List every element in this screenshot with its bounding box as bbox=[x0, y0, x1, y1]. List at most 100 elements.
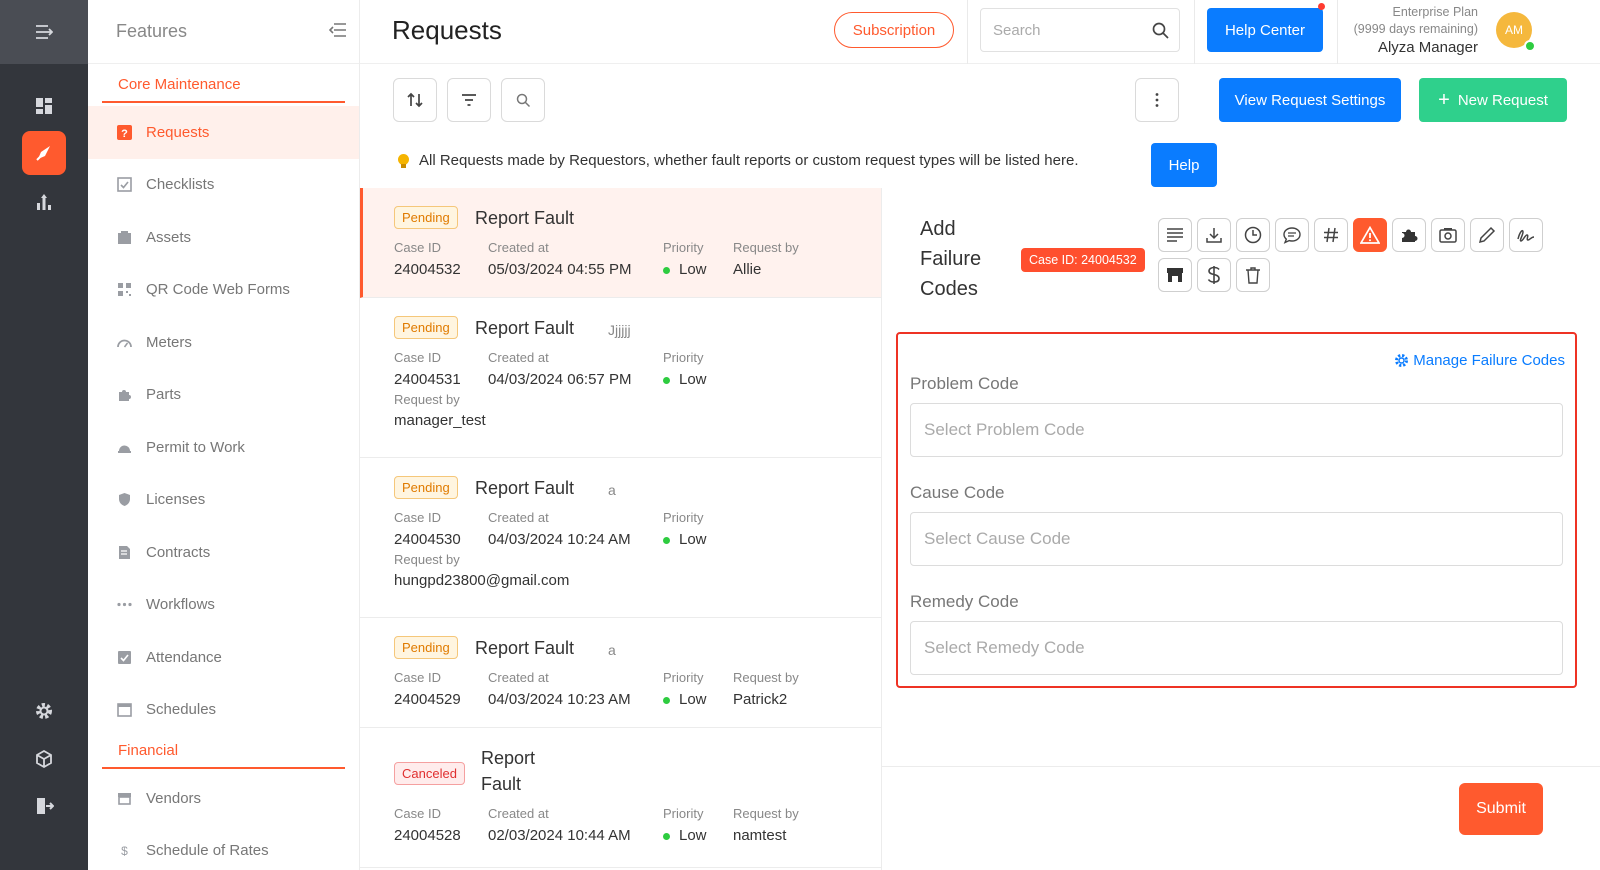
list-item[interactable]: Canceled Report Fault Case ID 24004528 C… bbox=[360, 728, 881, 868]
package-button[interactable] bbox=[22, 737, 66, 781]
features-sidebar: Features Core Maintenance ? Requests Che… bbox=[88, 0, 360, 870]
sidebar-item-permit-to-work[interactable]: Permit to Work bbox=[88, 421, 359, 474]
created-at-value: 04/03/2024 06:57 PM bbox=[488, 371, 632, 388]
request-title: Report Fault bbox=[475, 318, 575, 338]
sidebar-title: Features bbox=[116, 21, 188, 41]
search-box[interactable] bbox=[980, 8, 1180, 52]
sidebar-item-parts[interactable]: Parts bbox=[88, 369, 359, 422]
search-icon bbox=[1152, 22, 1169, 39]
new-request-button[interactable]: + New Request bbox=[1419, 78, 1567, 122]
failure-codes-panel: Manage Failure Codes Problem Code Select… bbox=[896, 332, 1577, 688]
more-options-button[interactable] bbox=[1135, 78, 1179, 122]
sidebar-item-label: Vendors bbox=[146, 789, 202, 807]
case-id-label: Case ID bbox=[394, 350, 441, 365]
sidebar-item-schedule-of-rates[interactable]: $ Schedule of Rates bbox=[88, 825, 359, 870]
assets-icon bbox=[116, 229, 132, 245]
vendor-button[interactable] bbox=[1158, 258, 1192, 292]
plan-remaining: (9999 days remaining) bbox=[1353, 22, 1478, 36]
detail-title: Add Failure Codes bbox=[920, 214, 1000, 304]
request-by-label: Request by bbox=[733, 240, 799, 255]
clock-icon bbox=[1244, 226, 1262, 244]
analytics-button[interactable] bbox=[22, 180, 66, 224]
created-at-value: 04/03/2024 10:24 AM bbox=[488, 531, 631, 548]
edit-button[interactable] bbox=[1470, 218, 1504, 252]
list-item[interactable]: Pending Report Fault Jjjjjj Case ID 2400… bbox=[360, 298, 881, 458]
request-by-value: Allie bbox=[733, 261, 762, 278]
sidebar-item-schedules[interactable]: Schedules bbox=[88, 684, 359, 737]
help-button[interactable]: Help bbox=[1151, 143, 1217, 187]
priority-label: Priority bbox=[663, 670, 704, 685]
remedy-code-select[interactable]: Select Remedy Code bbox=[910, 621, 1563, 675]
divider bbox=[1337, 0, 1338, 64]
history-button[interactable] bbox=[1236, 218, 1270, 252]
signature-button[interactable] bbox=[1509, 218, 1543, 252]
sidebar-item-label: Licenses bbox=[146, 491, 206, 509]
failure-codes-button[interactable] bbox=[1353, 218, 1387, 252]
created-at-value: 02/03/2024 10:44 AM bbox=[488, 827, 631, 844]
list-item[interactable]: Pending Report Fault a Case ID 24004530 … bbox=[360, 458, 881, 618]
submit-button[interactable]: Submit bbox=[1459, 783, 1543, 835]
dashboard-icon bbox=[36, 98, 52, 114]
sidebar-item-checklists[interactable]: Checklists bbox=[88, 159, 359, 212]
filter-button[interactable] bbox=[447, 78, 491, 122]
manage-failure-codes-link[interactable]: Manage Failure Codes bbox=[1394, 352, 1565, 369]
request-icon: ? bbox=[116, 124, 132, 140]
menu-expand-button[interactable] bbox=[0, 0, 88, 64]
sidebar-item-licenses[interactable]: Licenses bbox=[88, 474, 359, 527]
trash-icon bbox=[1246, 267, 1260, 284]
delete-button[interactable] bbox=[1236, 258, 1270, 292]
sidebar-item-qr-code-web-forms[interactable]: QR Code Web Forms bbox=[88, 264, 359, 317]
view-request-settings-button[interactable]: View Request Settings bbox=[1219, 78, 1401, 122]
cause-code-select[interactable]: Select Cause Code bbox=[910, 512, 1563, 566]
settings-button[interactable] bbox=[22, 689, 66, 733]
list-search-button[interactable] bbox=[501, 78, 545, 122]
collapse-sidebar-button[interactable] bbox=[325, 17, 351, 46]
sidebar-item-label: Parts bbox=[146, 386, 182, 404]
sidebar-item-attendance[interactable]: Attendance bbox=[88, 631, 359, 684]
download-button[interactable] bbox=[1197, 218, 1231, 252]
comment-button[interactable] bbox=[1275, 218, 1309, 252]
sidebar-item-workflows[interactable]: Workflows bbox=[88, 579, 359, 632]
svg-text:$: $ bbox=[121, 844, 128, 858]
photo-button[interactable] bbox=[1431, 218, 1465, 252]
case-id-value: 24004532 bbox=[394, 261, 461, 278]
search-icon bbox=[516, 93, 530, 107]
dashboard-button[interactable] bbox=[22, 84, 66, 128]
created-at-value: 05/03/2024 04:55 PM bbox=[488, 261, 632, 278]
parts-button[interactable] bbox=[1392, 218, 1426, 252]
logout-button[interactable] bbox=[22, 784, 66, 828]
description-button[interactable] bbox=[1158, 218, 1192, 252]
request-title-line2: Fault bbox=[481, 774, 522, 794]
analytics-icon bbox=[37, 194, 51, 210]
list-item[interactable]: Pending Report Fault Case ID 24004532 Cr… bbox=[360, 188, 881, 298]
created-at-value: 04/03/2024 10:23 AM bbox=[488, 691, 631, 708]
sidebar-item-meters[interactable]: Meters bbox=[88, 316, 359, 369]
list-toolbar: View Request Settings + New Request bbox=[360, 64, 1600, 136]
request-title: Report Fault bbox=[475, 208, 575, 228]
sidebar-item-requests[interactable]: ? Requests bbox=[88, 106, 359, 159]
contract-icon bbox=[116, 544, 132, 560]
request-title: Report Fault bbox=[475, 638, 575, 658]
priority-label: Priority bbox=[663, 510, 704, 525]
sort-button[interactable] bbox=[393, 78, 437, 122]
plan-name: Enterprise Plan bbox=[1392, 5, 1478, 19]
priority-dot bbox=[663, 266, 670, 274]
list-item[interactable]: Pending Report Fault a Case ID 24004529 … bbox=[360, 618, 881, 728]
sidebar-item-assets[interactable]: Assets bbox=[88, 211, 359, 264]
sidebar-item-label: Requests bbox=[146, 123, 210, 141]
package-icon bbox=[36, 749, 52, 769]
qr-code-icon bbox=[116, 282, 132, 298]
sidebar-item-label: Contracts bbox=[146, 543, 211, 561]
case-id-value: 24004531 bbox=[394, 371, 461, 388]
hash-button[interactable] bbox=[1314, 218, 1348, 252]
request-title: Report Fault bbox=[475, 478, 575, 498]
subscription-button[interactable]: Subscription bbox=[834, 12, 954, 48]
cost-button[interactable] bbox=[1197, 258, 1231, 292]
search-input[interactable] bbox=[993, 21, 1133, 39]
requests-nav-button[interactable] bbox=[22, 131, 66, 175]
help-center-button[interactable]: Help Center bbox=[1207, 8, 1323, 52]
problem-code-select[interactable]: Select Problem Code bbox=[910, 403, 1563, 457]
sidebar-item-contracts[interactable]: Contracts bbox=[88, 526, 359, 579]
request-by-label: Request by bbox=[394, 392, 460, 407]
sidebar-item-vendors[interactable]: Vendors bbox=[88, 772, 359, 825]
